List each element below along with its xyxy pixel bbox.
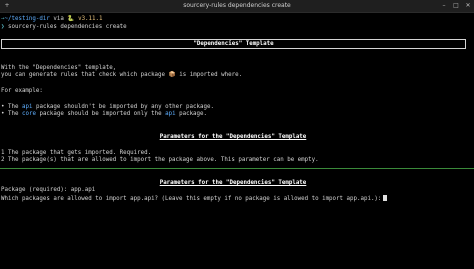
parameter-text: The package that gets imported. Required… <box>8 150 152 156</box>
parameter-number: 2 <box>1 157 5 163</box>
example-item-2: • The core package should be imported on… <box>1 111 207 118</box>
package-icon: 📦 <box>168 72 176 78</box>
command-text: sourcery-rules dependencies create <box>8 24 127 30</box>
parameters-heading-2: Parameters for the "Dependencies" Templa… <box>159 180 307 186</box>
template-title: "Dependencies" Template <box>193 41 274 47</box>
example-item-1: • The api package shouldn't be imported … <box>1 104 214 111</box>
parameters-heading: Parameters for the "Dependencies" Templa… <box>159 134 307 140</box>
bullet-icon: • <box>1 111 5 117</box>
intro-text-b: is imported where. <box>179 72 243 78</box>
window-title: sourcery-rules dependencies create <box>183 2 291 9</box>
package-answer-line: Package (required): app.api <box>1 187 96 193</box>
template-title-box: "Dependencies" Template <box>1 39 466 49</box>
command-prefix-icon: ❯ <box>1 24 5 30</box>
intro-line-2: you can generate rules that check which … <box>1 72 242 79</box>
example-text: package shouldn't be imported by any oth… <box>35 104 214 110</box>
parameter-number: 1 <box>1 150 5 156</box>
code-api: api <box>21 104 33 110</box>
parameter-item-2: 2 The package(s) that are allowed to imp… <box>1 157 319 164</box>
python-version: v3.11.1 <box>78 16 103 22</box>
example-text: package should be imported only the <box>39 111 162 117</box>
allowed-importers-prompt[interactable]: Which packages are allowed to import app… <box>1 195 388 203</box>
close-icon[interactable]: ✕ <box>464 2 472 10</box>
example-text: The <box>8 111 19 117</box>
command-line: ❯ sourcery-rules dependencies create <box>1 24 127 31</box>
maximize-icon[interactable]: □ <box>452 2 460 10</box>
window-titlebar: + sourcery-rules dependencies create – □… <box>0 0 474 13</box>
text-cursor[interactable] <box>383 195 388 201</box>
intro-line-1: With the "Dependencies" template, <box>1 65 117 71</box>
question-text: Which packages are allowed to import app… <box>1 196 382 202</box>
prompt-line: →~/testing-dir via 🐍 v3.11.1 <box>1 16 103 23</box>
prompt-directory: ~/testing-dir <box>4 16 50 22</box>
section-divider <box>0 168 474 169</box>
bullet-icon: • <box>1 104 5 110</box>
intro-text-a: you can generate rules that check which … <box>1 72 166 78</box>
prompt-via: via <box>53 16 64 22</box>
example-text: The <box>8 104 19 110</box>
example-text: package. <box>179 111 208 117</box>
minimize-icon[interactable]: – <box>440 2 448 10</box>
terminal-area[interactable]: →~/testing-dir via 🐍 v3.11.1 ❯ sourcery-… <box>0 13 474 269</box>
parameter-item-1: 1 The package that gets imported. Requir… <box>1 150 151 157</box>
example-heading: For example: <box>1 88 43 94</box>
parameter-text: The package(s) that are allowed to impor… <box>8 157 319 163</box>
code-core: core <box>21 111 36 117</box>
python-icon: 🐍 <box>67 16 75 22</box>
code-api: api <box>165 111 176 117</box>
